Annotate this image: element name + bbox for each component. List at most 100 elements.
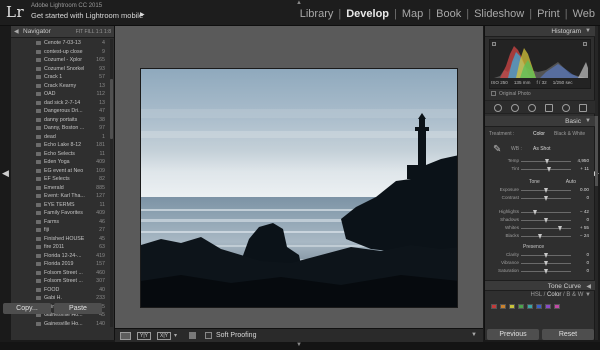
module-develop[interactable]: Develop xyxy=(345,8,390,20)
crop-tool-icon[interactable] xyxy=(494,104,502,112)
folder-item[interactable]: Family Favorites 409 xyxy=(11,209,115,218)
folder-item[interactable]: EG event at Neo 109 xyxy=(11,167,115,176)
paste-button[interactable]: Paste xyxy=(54,303,102,314)
folder-item[interactable]: fiji 27 xyxy=(11,226,115,235)
module-print[interactable]: Print xyxy=(536,8,561,20)
collapse-triangle-icon[interactable]: ▼ xyxy=(585,28,591,34)
slider-knob[interactable] xyxy=(543,260,548,266)
navigator-header[interactable]: ◀ Navigator FIT FILL 1:1 1:8 xyxy=(11,26,114,38)
exposure-value[interactable]: 0.00 xyxy=(580,187,589,192)
slider-track[interactable] xyxy=(521,195,571,201)
module-map[interactable]: Map xyxy=(401,8,424,20)
folder-item[interactable]: Eden Yoga 409 xyxy=(11,158,115,167)
folder-item[interactable]: Florida 2019 157 xyxy=(11,260,115,269)
slider-knob[interactable] xyxy=(543,268,548,274)
dropdown-triangle-icon[interactable]: ▾ xyxy=(174,332,177,339)
folder-item[interactable]: Folsom Street ... 307 xyxy=(11,277,115,286)
tab-hsl[interactable]: HSL xyxy=(531,292,542,298)
top-panel-toggle-icon[interactable]: ▲ xyxy=(296,0,302,6)
vibrance-slider[interactable]: Vibrance 0 xyxy=(489,260,591,267)
wb-select[interactable]: As Shot xyxy=(533,146,551,152)
folder-item[interactable]: FOOD 40 xyxy=(11,286,115,295)
folder-item[interactable]: Farms 46 xyxy=(11,218,115,227)
tab-bw[interactable]: B & W xyxy=(566,292,583,298)
folder-item[interactable]: Folsom Street ... 460 xyxy=(11,269,115,278)
folder-scrollbar[interactable] xyxy=(110,39,113,327)
shadow-clipping-toggle[interactable] xyxy=(492,42,496,46)
module-library[interactable]: Library xyxy=(299,8,335,20)
whites-slider[interactable]: Whites + 55 xyxy=(489,225,591,232)
color-swatch[interactable] xyxy=(491,304,497,309)
module-book[interactable]: Book xyxy=(435,8,462,20)
treatment-bw-option[interactable]: Black & White xyxy=(554,131,585,137)
contrast-value[interactable]: 0 xyxy=(586,195,589,200)
exposure-slider[interactable]: Exposure 0.00 xyxy=(489,187,591,194)
slider-track[interactable] xyxy=(521,166,571,172)
folder-item[interactable]: contest-up close 9 xyxy=(11,48,115,57)
get-started-link[interactable]: Get started with Lightroom mobile xyxy=(31,11,143,20)
folder-item[interactable]: Crack 1 57 xyxy=(11,73,115,82)
right-panel-scrollbar[interactable] xyxy=(595,26,598,340)
slider-knob[interactable] xyxy=(533,209,537,215)
blacks-slider[interactable]: Blacks − 24 xyxy=(489,233,591,240)
slider-knob[interactable] xyxy=(557,225,562,231)
folder-item[interactable]: Echo Lake 8-12 181 xyxy=(11,141,115,150)
collapse-triangle-icon[interactable]: ▼ xyxy=(585,292,591,298)
collapse-triangle-icon[interactable]: ▼ xyxy=(585,118,591,124)
slider-track[interactable] xyxy=(521,225,571,231)
clarity-slider[interactable]: Clarity 0 xyxy=(489,252,591,259)
slider-knob[interactable] xyxy=(543,252,548,258)
color-swatch[interactable] xyxy=(509,304,515,309)
whites-value[interactable]: + 55 xyxy=(580,225,589,230)
filmstrip-toggle-icon[interactable]: ▼ xyxy=(296,342,302,348)
saturation-slider[interactable]: Saturation 0 xyxy=(489,268,591,275)
tint-slider[interactable]: Tint + 11 xyxy=(489,166,591,173)
slider-track[interactable] xyxy=(521,252,571,258)
color-swatch[interactable] xyxy=(554,304,560,309)
folder-item[interactable]: Finished HOUSE 45 xyxy=(11,235,115,244)
clarity-value[interactable]: 0 xyxy=(586,252,589,257)
folder-item[interactable]: Gabi H. 233 xyxy=(11,294,115,303)
folder-item[interactable]: OAD 112 xyxy=(11,90,115,99)
soft-proofing-checkbox[interactable] xyxy=(205,332,212,339)
reset-button[interactable]: Reset xyxy=(542,329,594,340)
color-swatch[interactable] xyxy=(545,304,551,309)
highlights-value[interactable]: − 42 xyxy=(580,209,589,214)
spot-removal-tool-icon[interactable] xyxy=(511,104,519,112)
left-panel-toggle-icon[interactable]: ◀ xyxy=(2,168,9,179)
folder-item[interactable]: Crack Kearny 13 xyxy=(11,82,115,91)
before-after-xy-icon[interactable]: X|Y xyxy=(157,332,171,340)
contrast-slider[interactable]: Contrast 0 xyxy=(489,195,591,202)
folder-item[interactable]: Gainesville Ho... 140 xyxy=(11,320,115,328)
slider-knob[interactable] xyxy=(537,233,542,239)
folder-item[interactable]: EF Selects 82 xyxy=(11,175,115,184)
histogram-header[interactable]: Histogram ▼ xyxy=(485,26,595,37)
auto-tone-button[interactable]: Auto xyxy=(566,179,576,185)
navigator-zoom-options[interactable]: FIT FILL 1:1 1:8 xyxy=(76,29,111,35)
copy-button[interactable]: Copy... xyxy=(3,303,51,314)
white-balance-picker-icon[interactable]: ✎ xyxy=(493,144,501,155)
folder-item[interactable]: Florida 12-24-... 419 xyxy=(11,252,115,261)
scrollbar-thumb[interactable] xyxy=(110,79,113,139)
highlights-slider[interactable]: Highlights − 42 xyxy=(489,209,591,216)
slider-track[interactable] xyxy=(521,260,571,266)
slider-knob[interactable] xyxy=(543,217,548,223)
color-swatch[interactable] xyxy=(518,304,524,309)
folder-item[interactable]: dad sick 2-7-14 13 xyxy=(11,99,115,108)
folder-item[interactable]: dead 1 xyxy=(11,133,115,142)
tone-curve-header[interactable]: Tone Curve ◀ xyxy=(485,280,595,291)
original-photo-toggle[interactable]: Original Photo xyxy=(491,91,531,97)
temp-slider[interactable]: Temp 4,950 xyxy=(489,158,591,165)
tint-value[interactable]: + 11 xyxy=(580,166,589,171)
slider-knob[interactable] xyxy=(544,158,549,164)
tab-color[interactable]: Color xyxy=(547,292,561,298)
folder-item[interactable]: EYE TERMS 11 xyxy=(11,201,115,210)
slider-track[interactable] xyxy=(521,158,571,164)
folder-item[interactable]: Cenote 7-03-13 4 xyxy=(11,39,115,48)
toolbar-menu-icon[interactable]: ▼ xyxy=(471,332,477,338)
photo-lighthouse-seascape[interactable] xyxy=(140,68,458,308)
before-after-yy-icon[interactable]: Y|Y xyxy=(137,332,151,340)
shadows-value[interactable]: 0 xyxy=(586,217,589,222)
folder-item[interactable]: Cozumel - Xplor 165 xyxy=(11,56,115,65)
saturation-value[interactable]: 0 xyxy=(586,268,589,273)
